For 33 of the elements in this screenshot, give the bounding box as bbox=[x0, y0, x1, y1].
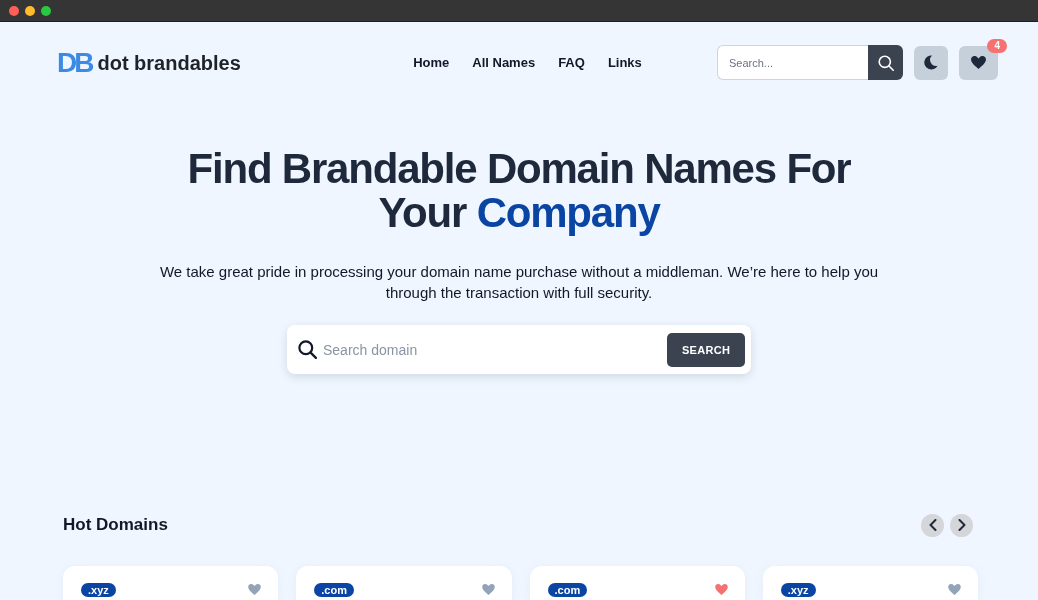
extension-tag: .com bbox=[547, 583, 588, 597]
search-icon bbox=[877, 54, 894, 71]
heart-icon[interactable] bbox=[248, 584, 262, 595]
nav-link[interactable]: FAQ bbox=[558, 55, 585, 70]
heart-icon[interactable] bbox=[948, 584, 961, 595]
next-button[interactable] bbox=[950, 513, 973, 537]
search-icon bbox=[298, 340, 317, 359]
domain-search-field[interactable]: Search domain SEARCH bbox=[287, 325, 751, 374]
nav-link[interactable]: Home bbox=[413, 55, 450, 70]
search-button[interactable] bbox=[868, 45, 903, 80]
chevron-right-icon bbox=[957, 519, 966, 531]
nav-link[interactable]: Links bbox=[607, 55, 642, 70]
chevron-left-icon bbox=[928, 519, 937, 531]
extension-tag: .xyz bbox=[81, 583, 116, 597]
previous-button[interactable] bbox=[921, 513, 944, 537]
window-minimize-button[interactable] bbox=[25, 5, 35, 16]
window-zoom-button[interactable] bbox=[41, 5, 51, 16]
favorites-count-badge: 4 bbox=[987, 38, 1007, 53]
extension-tag: .xyz bbox=[780, 583, 816, 597]
nav-link[interactable]: All Names bbox=[472, 55, 536, 70]
hero-title: Find Brandable Domain Names For Your Company bbox=[186, 147, 852, 235]
search-button[interactable]: SEARCH bbox=[667, 332, 745, 367]
search-field[interactable]: Search... bbox=[717, 45, 868, 80]
extension-tag: .com bbox=[314, 583, 354, 597]
window-close-button[interactable] bbox=[9, 5, 19, 16]
heart-icon bbox=[971, 56, 986, 69]
hero-subtitle: We take great pride in processing your domain name purchase without a middleman. We’re here to help you through the transaction with full security. bbox=[158, 262, 880, 303]
section-title: Hot Domains bbox=[63, 514, 168, 536]
heart-icon[interactable] bbox=[714, 584, 728, 595]
dark-mode-button[interactable] bbox=[914, 45, 948, 80]
moon-icon bbox=[924, 55, 938, 70]
site-name[interactable]: dot brandables bbox=[97, 50, 241, 75]
heart-icon[interactable] bbox=[481, 584, 495, 595]
